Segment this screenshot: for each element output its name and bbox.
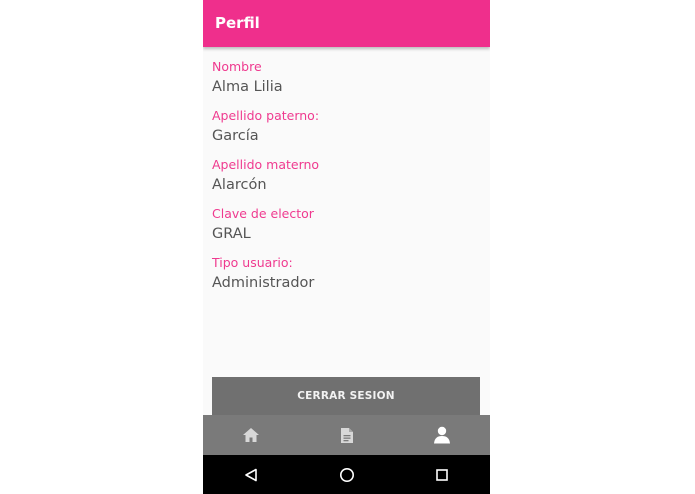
recents-icon — [436, 468, 448, 481]
field-label: Apellido materno — [212, 157, 320, 172]
field-clave-elector: Clave de elector GRAL — [212, 206, 314, 244]
field-apellido-materno: Apellido materno Alarcón — [212, 157, 319, 195]
field-value: Alarcón — [212, 177, 267, 193]
field-tipo-usuario: Tipo usuario: Administrador — [212, 255, 314, 293]
phone-screen: Perfil Nombre Alma Lilia Apellido patern… — [203, 0, 490, 494]
logout-button[interactable]: CERRAR SESION — [212, 377, 480, 415]
system-back-button[interactable] — [203, 455, 299, 494]
field-label: Tipo usuario: — [212, 255, 293, 270]
field-apellido-paterno: Apellido paterno: García — [212, 108, 319, 146]
system-home-button[interactable] — [299, 455, 395, 494]
system-nav-bar — [203, 455, 490, 494]
field-value: GRAL — [212, 226, 251, 242]
field-value: Alma Lilia — [212, 79, 283, 95]
field-value: García — [212, 128, 259, 144]
field-value: Administrador — [212, 275, 315, 291]
app-bar: Perfil — [203, 0, 490, 47]
document-icon — [340, 427, 353, 443]
nav-documents[interactable] — [299, 415, 395, 455]
home-circle-icon — [339, 467, 354, 482]
person-icon — [434, 426, 451, 444]
field-label: Nombre — [212, 59, 262, 74]
field-nombre: Nombre Alma Lilia — [212, 59, 283, 97]
page-title: Perfil — [215, 14, 260, 32]
nav-profile[interactable] — [394, 415, 490, 455]
bottom-nav — [203, 415, 490, 455]
field-label: Apellido paterno: — [212, 108, 320, 123]
system-recents-button[interactable] — [394, 455, 490, 494]
nav-home[interactable] — [203, 415, 299, 455]
profile-content: Nombre Alma Lilia Apellido paterno: Garc… — [203, 47, 490, 377]
home-icon — [242, 428, 259, 442]
back-icon — [245, 468, 257, 481]
field-label: Clave de elector — [212, 206, 314, 221]
